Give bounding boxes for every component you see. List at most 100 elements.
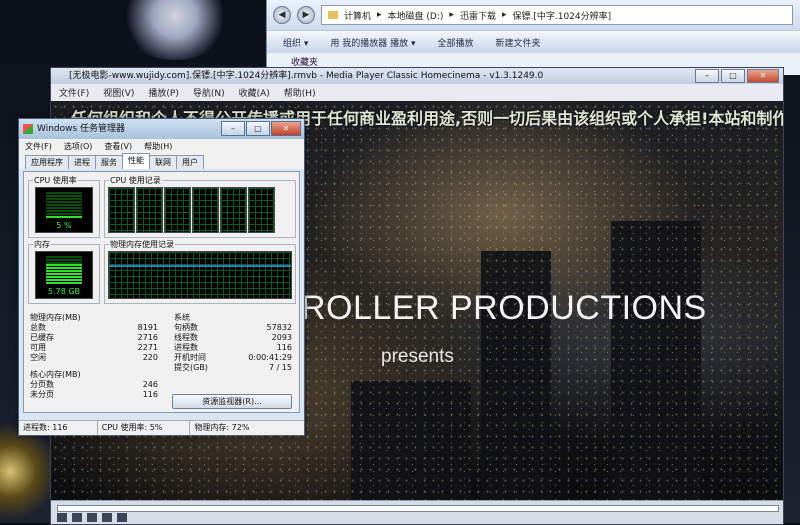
stat-row: 可用 2271	[30, 343, 158, 353]
stat-row: 线程数 2093	[174, 333, 292, 343]
maximize-button[interactable]: □	[246, 121, 270, 136]
video-title-text: ROLLER PRODUCTIONS	[301, 289, 707, 327]
address-bar[interactable]: 计算机 ▸ 本地磁盘 (D:) ▸ 迅雷下载 ▸ 保镖.[中字.1024分辨率]	[321, 5, 793, 25]
stat-row: 已缓存 2716	[30, 333, 158, 343]
memory-meter: 5.78 GB	[35, 251, 93, 299]
stat-value: 220	[142, 353, 158, 362]
cpu-core-graph	[164, 187, 191, 233]
stat-row: 空闲 220	[30, 353, 158, 363]
cpu-history-group: CPU 使用记录	[104, 175, 296, 238]
tab-applications[interactable]: 应用程序	[25, 155, 69, 169]
cpu-core-graph	[136, 187, 163, 233]
menu-file[interactable]: 文件(F)	[59, 86, 89, 99]
close-button[interactable]: ✕	[271, 121, 301, 136]
forward-arrow-icon[interactable]: ▶	[297, 6, 315, 24]
stat-row: 总数 8191	[30, 323, 158, 333]
windows-logo-icon	[23, 124, 33, 134]
minimize-button[interactable]: –	[221, 121, 245, 136]
seek-bar[interactable]	[57, 505, 779, 512]
stat-row: 进程数 116	[174, 343, 292, 353]
memory-value: 5.78 GB	[47, 287, 81, 296]
folder-icon	[328, 11, 338, 19]
stat-row: 分页数 246	[30, 380, 158, 390]
task-manager-window[interactable]: Windows 任务管理器 – □ ✕ 文件(F) 选项(O) 查看(V) 帮助…	[18, 118, 305, 436]
stop-icon[interactable]	[87, 513, 97, 522]
tab-services[interactable]: 服务	[95, 155, 123, 169]
prev-icon[interactable]	[102, 513, 112, 522]
menu-navigate[interactable]: 导航(N)	[193, 86, 225, 99]
menu-help[interactable]: 帮助(H)	[284, 86, 316, 99]
minimize-button[interactable]: –	[695, 69, 719, 83]
explorer-window[interactable]: ◀ ▶ 计算机 ▸ 本地磁盘 (D:) ▸ 迅雷下载 ▸ 保镖.[中字.1024分辨率…	[266, 0, 800, 75]
kernel-memory-section: 核心内存(MB) 分页数 246 未分页 116	[30, 369, 158, 400]
stat-row: 提交(GB) 7 / 15	[174, 363, 292, 373]
tab-users[interactable]: 用户	[176, 155, 204, 169]
player-title-bar: [无极电影-www.wujidy.com].保镖.[中字.1024分辨率].rm…	[51, 68, 783, 84]
performance-panel: CPU 使用率 5 % CPU 使用记录 内存 5.78 GB 物理内存使用记录…	[23, 171, 300, 413]
stat-row: 未分页 116	[30, 390, 158, 400]
pause-icon[interactable]	[72, 513, 82, 522]
system-section: 系统 句柄数 57832 线程数 2093 进程数 116 开机时间 0:00:41:2…	[174, 312, 292, 373]
stat-value: 246	[142, 380, 158, 389]
cpu-core-graph	[108, 187, 135, 233]
memory-history-group: 物理内存使用记录	[104, 239, 296, 304]
video-subtitle-text: presents	[381, 346, 454, 367]
menu-options[interactable]: 选项(O)	[64, 141, 93, 152]
tab-processes[interactable]: 进程	[68, 155, 96, 169]
stat-key: 空闲	[30, 353, 46, 362]
menu-help[interactable]: 帮助(H)	[144, 141, 172, 152]
task-manager-tabs: 应用程序 进程 服务 性能 联网 用户	[19, 153, 304, 169]
maximize-button[interactable]: □	[721, 69, 745, 83]
stat-key: 未分页	[30, 390, 54, 399]
resource-monitor-button[interactable]: 资源监视器(R)...	[172, 394, 292, 409]
explorer-toolbar: 组织 ▾ 用 我的播放器 播放 ▾ 全部播放 新建文件夹	[267, 30, 800, 53]
task-manager-menu: 文件(F) 选项(O) 查看(V) 帮助(H)	[19, 139, 304, 153]
physical-memory-label: 物理内存(MB)	[30, 313, 81, 322]
stat-value: 2716	[137, 333, 158, 342]
menu-play[interactable]: 播放(P)	[148, 86, 178, 99]
memory-label: 内存	[33, 239, 51, 250]
menu-view[interactable]: 视图(V)	[103, 86, 134, 99]
stat-row: 句柄数 57832	[174, 323, 292, 333]
organize-button[interactable]: 组织 ▾	[283, 36, 308, 49]
task-manager-title-bar: Windows 任务管理器 – □ ✕	[19, 119, 304, 139]
task-manager-status-bar: 进程数: 116 CPU 使用率: 5% 物理内存: 72%	[19, 420, 304, 435]
breadcrumb-item[interactable]: 计算机	[344, 9, 371, 22]
tab-performance[interactable]: 性能	[122, 153, 150, 169]
wallpaper-orb	[120, 0, 230, 60]
cpu-core-graph	[220, 187, 247, 233]
task-manager-title: Windows 任务管理器	[37, 124, 126, 134]
memory-history-label: 物理内存使用记录	[109, 239, 175, 250]
menu-favorites[interactable]: 收藏(A)	[239, 86, 270, 99]
play-with-button[interactable]: 用 我的播放器 播放 ▾	[330, 36, 415, 49]
menu-view[interactable]: 查看(V)	[104, 141, 132, 152]
new-folder-button[interactable]: 新建文件夹	[496, 36, 541, 49]
stat-value: 7 / 15	[268, 363, 292, 372]
stat-key: 提交(GB)	[174, 363, 208, 372]
memory-history-graph	[108, 251, 292, 299]
breadcrumb-item[interactable]: 本地磁盘 (D:)	[388, 9, 444, 22]
kernel-memory-label: 核心内存(MB)	[30, 370, 81, 379]
close-button[interactable]: ✕	[747, 69, 779, 83]
next-icon[interactable]	[117, 513, 127, 522]
cpu-core-graph	[248, 187, 275, 233]
tab-networking[interactable]: 联网	[149, 155, 177, 169]
memory-group: 内存 5.78 GB	[28, 239, 100, 304]
stat-value: 116	[142, 390, 158, 399]
play-icon[interactable]	[57, 513, 67, 522]
menu-file[interactable]: 文件(F)	[25, 141, 52, 152]
status-processes: 进程数: 116	[19, 421, 98, 435]
stat-value: 8191	[137, 323, 158, 332]
meter-empty	[46, 192, 82, 216]
stat-key: 开机时间	[174, 353, 206, 362]
explorer-nav-bar: ◀ ▶ 计算机 ▸ 本地磁盘 (D:) ▸ 迅雷下载 ▸ 保镖.[中字.1024分辨率…	[267, 0, 800, 30]
stat-key: 进程数	[174, 343, 198, 352]
stat-value: 2271	[137, 343, 158, 352]
back-arrow-icon[interactable]: ◀	[273, 6, 291, 24]
breadcrumb-item[interactable]: 迅雷下载	[460, 9, 496, 22]
play-all-button[interactable]: 全部播放	[438, 36, 474, 49]
player-title: [无极电影-www.wujidy.com].保镖.[中字.1024分辨率].rm…	[69, 71, 544, 81]
stat-value: 116	[276, 343, 292, 352]
breadcrumb-item[interactable]: 保镖.[中字.1024分辨率]	[512, 9, 611, 22]
system-label: 系统	[174, 313, 190, 322]
